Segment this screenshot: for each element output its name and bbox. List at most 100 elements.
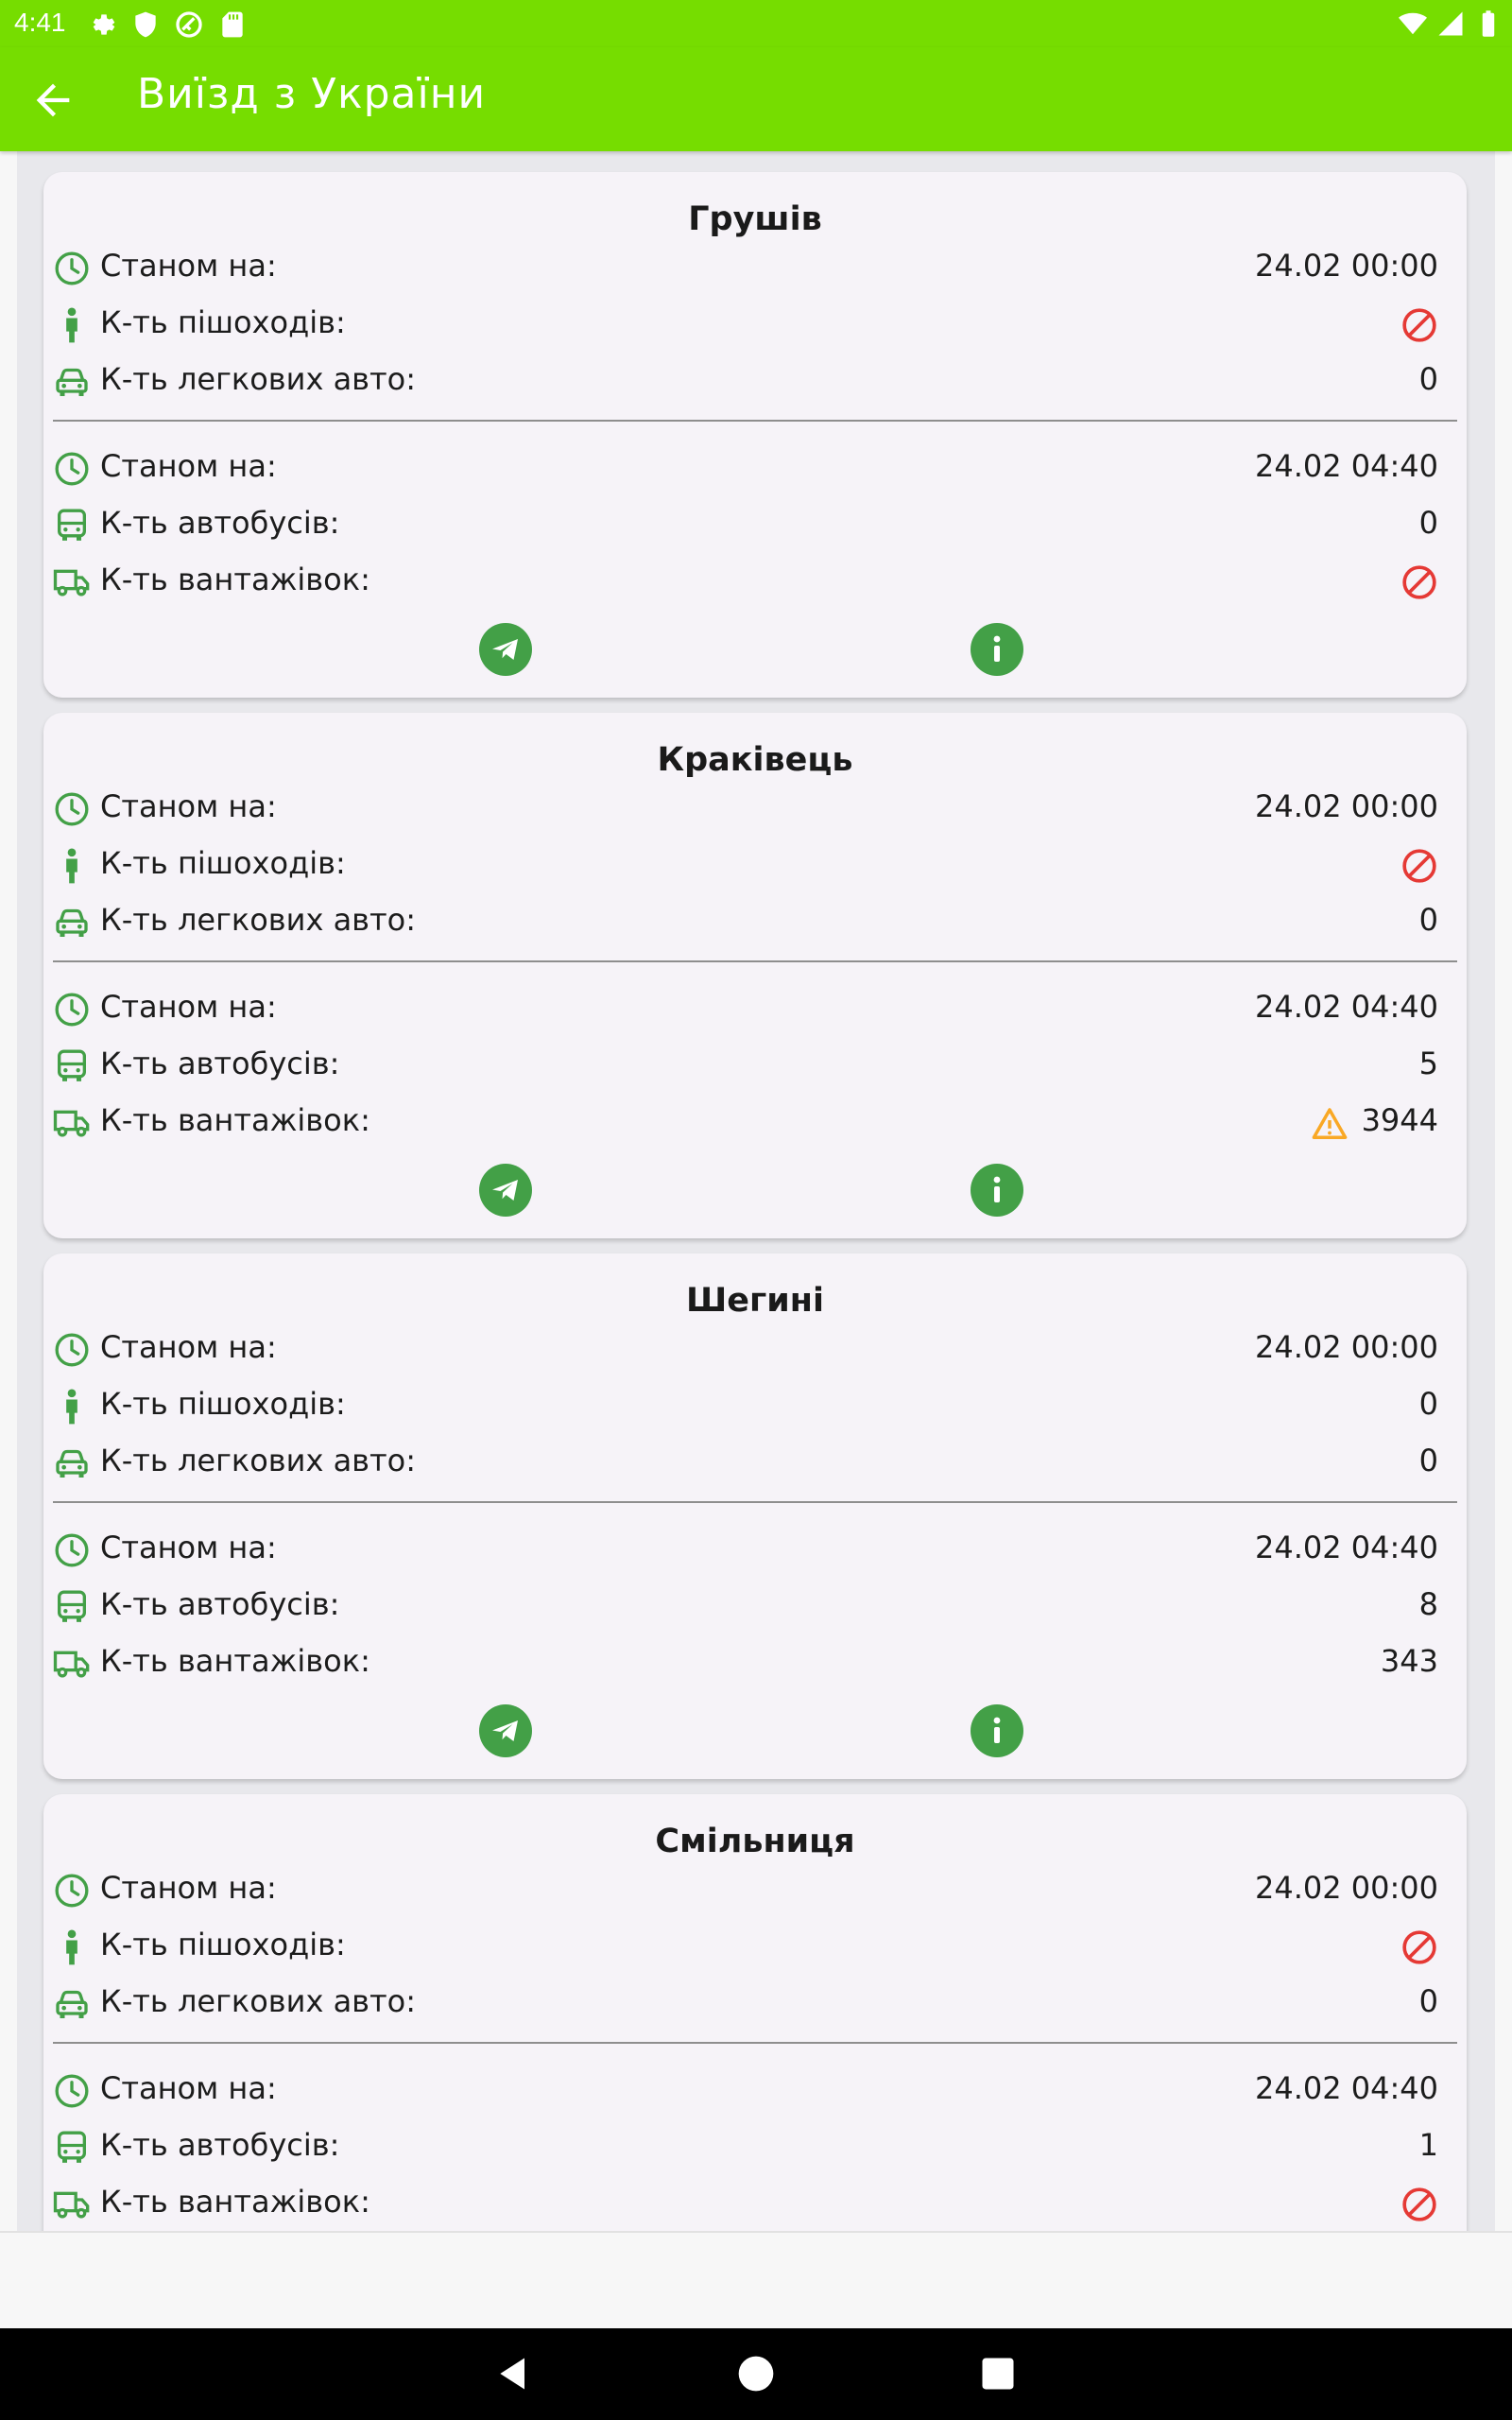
truck-icon [53, 563, 91, 601]
checkpoint-name: Краківець [657, 741, 853, 779]
count-value: 0 [1418, 361, 1438, 397]
info-row-as-of-2: Станом на: 24.02 04:40 [53, 981, 1438, 1038]
status-system-icons [1399, 9, 1503, 38]
car-icon [53, 363, 91, 401]
closed-icon [1400, 1928, 1438, 1966]
clock-icon [53, 1531, 91, 1569]
clock-icon [53, 250, 91, 287]
count-value: 0 [1418, 1386, 1438, 1422]
timestamp-value: 24.02 00:00 [1255, 788, 1438, 824]
info-row-pedestrians: К-ть пішоходів: [53, 1919, 1438, 1976]
row-label: К-ть вантажівок: [100, 2184, 370, 2220]
status-bar: 4:41 [0, 0, 1512, 47]
count-value: 343 [1380, 1643, 1438, 1679]
nav-back-icon[interactable] [493, 2353, 535, 2394]
row-label: К-ть автобусів: [100, 2127, 340, 2163]
status-time: 4:41 [14, 8, 66, 37]
truck-icon [53, 1104, 91, 1142]
pedestrian-icon [53, 847, 91, 885]
row-label: Станом на: [100, 1329, 277, 1365]
info-row-trucks: К-ть вантажівок: 343 [53, 1635, 1438, 1692]
checkpoint-name: Смільниця [655, 1823, 855, 1860]
info-row-as-of-1: Станом на: 24.02 00:00 [53, 1862, 1438, 1919]
closed-icon [1400, 563, 1438, 601]
app-bar: Виїзд з України [0, 47, 1512, 151]
row-label: К-ть вантажівок: [100, 1643, 370, 1679]
bus-icon [53, 507, 91, 544]
info-row-cars: К-ть легкових авто: 0 [53, 1976, 1438, 2032]
info-row-cars: К-ть легкових авто: 0 [53, 354, 1438, 410]
closed-icon [1400, 2186, 1438, 2223]
truck-icon [53, 1645, 91, 1683]
section-divider [53, 2042, 1457, 2044]
checkpoint-card: Краківець Станом на: 24.02 00:00 К-ть пішох… [43, 713, 1467, 1238]
truck-icon [53, 2186, 91, 2223]
nav-home-icon[interactable] [735, 2353, 777, 2394]
count-value: 1 [1418, 2127, 1438, 2163]
telegram-icon[interactable] [479, 623, 532, 676]
checkpoint-name: Грушів [688, 200, 822, 238]
row-label: К-ть вантажівок: [100, 1102, 370, 1138]
info-row-buses: К-ть автобусів: 1 [53, 2119, 1438, 2176]
info-row-cars: К-ть легкових авто: 0 [53, 1435, 1438, 1492]
info-row-trucks: К-ть вантажівок: [53, 2176, 1438, 2231]
telegram-icon[interactable] [479, 1704, 532, 1757]
row-label: Станом на: [100, 448, 277, 484]
settings-icon [93, 14, 115, 35]
timestamp-value: 24.02 04:40 [1255, 448, 1438, 484]
row-label: К-ть легкових авто: [100, 361, 417, 397]
bottom-strip [0, 2231, 1512, 2330]
row-label: К-ть вантажівок: [100, 562, 370, 597]
row-label: К-ть пішоходів: [100, 1386, 346, 1422]
row-label: Станом на: [100, 248, 277, 284]
warning-icon [1312, 1106, 1348, 1140]
checkpoint-card: Грушів Станом на: 24.02 00:00 К-ть пішоході… [43, 172, 1467, 698]
section-divider [53, 1501, 1457, 1503]
row-label: Станом на: [100, 2070, 277, 2106]
row-label: К-ть легкових авто: [100, 1983, 417, 2019]
info-icon[interactable] [971, 1704, 1023, 1757]
info-row-as-of-2: Станом на: 24.02 04:40 [53, 441, 1438, 497]
row-label: К-ть пішоходів: [100, 304, 346, 340]
count-value: 0 [1418, 1443, 1438, 1478]
info-row-buses: К-ть автобусів: 0 [53, 497, 1438, 554]
timestamp-value: 24.02 04:40 [1255, 989, 1438, 1025]
car-icon [53, 904, 91, 942]
timestamp-value: 24.02 00:00 [1255, 248, 1438, 284]
status-notification-icons [87, 9, 248, 40]
pedestrian-icon [53, 306, 91, 344]
bus-icon [53, 2129, 91, 2167]
row-label: К-ть легкових авто: [100, 902, 417, 938]
telegram-icon[interactable] [479, 1164, 532, 1217]
info-row-as-of-1: Станом на: 24.02 00:00 [53, 1322, 1438, 1378]
clock-icon [53, 991, 91, 1028]
row-label: К-ть автобусів: [100, 1586, 340, 1622]
clock-icon [53, 1872, 91, 1910]
info-row-as-of-1: Станом на: 24.02 00:00 [53, 240, 1438, 297]
clock-icon [53, 2072, 91, 2110]
clock-icon [53, 450, 91, 488]
timestamp-value: 24.02 04:40 [1255, 1530, 1438, 1565]
checkpoint-list[interactable]: Грушів Станом на: 24.02 00:00 К-ть пішоході… [0, 151, 1512, 2231]
info-icon[interactable] [971, 1164, 1023, 1217]
nav-recents-icon[interactable] [977, 2353, 1019, 2394]
info-row-pedestrians: К-ть пішоходів: [53, 838, 1438, 894]
bus-icon [53, 1047, 91, 1085]
info-row-pedestrians: К-ть пішоходів: [53, 297, 1438, 354]
row-label: Станом на: [100, 1530, 277, 1565]
closed-icon [1400, 306, 1438, 344]
info-row-trucks: К-ть вантажівок: [53, 554, 1438, 611]
count-value: 0 [1418, 505, 1438, 541]
signal-icon [1438, 11, 1463, 36]
info-icon[interactable] [971, 623, 1023, 676]
clock-icon [53, 1331, 91, 1369]
info-row-trucks: К-ть вантажівок: 3944 [53, 1095, 1438, 1151]
count-value: 8 [1418, 1586, 1438, 1622]
count-value: 5 [1418, 1046, 1438, 1081]
timestamp-value: 24.02 00:00 [1255, 1329, 1438, 1365]
back-arrow-icon[interactable] [28, 76, 77, 125]
row-label: Станом на: [100, 1870, 277, 1906]
count-value: 0 [1418, 902, 1438, 938]
checkpoint-card: Шегині Станом на: 24.02 00:00 К-ть пішоході… [43, 1253, 1467, 1779]
car-icon [53, 1444, 91, 1482]
